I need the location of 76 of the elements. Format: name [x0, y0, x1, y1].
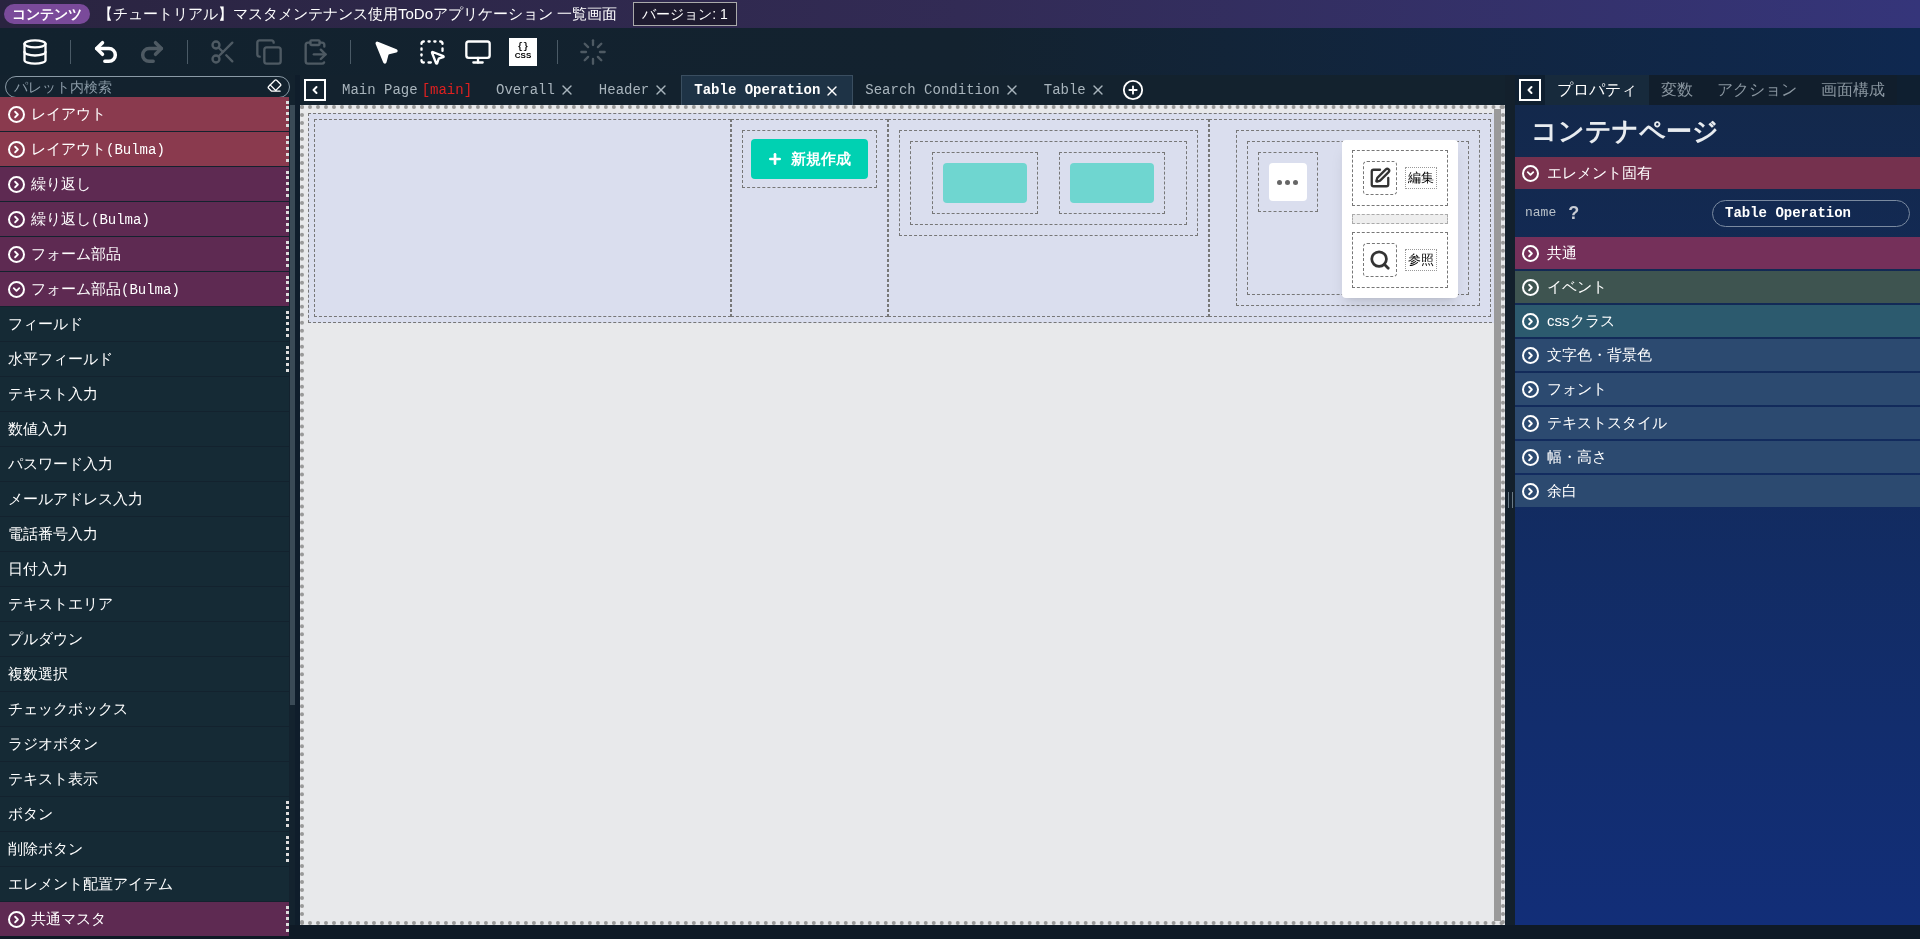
scrollbar[interactable]: [290, 105, 295, 705]
drag-handle[interactable]: [286, 801, 289, 827]
panel-heading: コンテナページ: [1530, 114, 1720, 148]
panel-tab[interactable]: 画面構成: [1809, 75, 1897, 105]
splitter-handle[interactable]: [1507, 492, 1513, 508]
menu-item[interactable]: 参照: [1405, 249, 1437, 271]
editor-tab[interactable]: Table Operation: [681, 75, 854, 105]
search-field[interactable]: パレット内検索: [5, 76, 290, 98]
category-label: 繰り返し: [31, 173, 91, 194]
panel-tab[interactable]: プロパティ: [1545, 75, 1649, 105]
palette-item[interactable]: ボタン: [0, 797, 289, 831]
palette-item[interactable]: 削除ボタン: [0, 832, 289, 866]
plus-icon: [767, 151, 784, 167]
section-header[interactable]: 共通: [1515, 237, 1920, 269]
palette-category[interactable]: レイアウト: [0, 97, 289, 131]
editor-tab[interactable]: Header: [586, 75, 682, 105]
editor-tab[interactable]: Overall: [484, 75, 587, 105]
collapse-panel-icon[interactable]: [304, 79, 326, 101]
section-header[interactable]: テキストスタイル: [1515, 407, 1920, 439]
palette-category[interactable]: フォーム部品(Bulma): [0, 272, 289, 306]
palette-item[interactable]: チェックボックス: [0, 692, 289, 726]
palette-item[interactable]: 複数選択: [0, 657, 289, 691]
editor-tab[interactable]: Main Page [main]: [330, 75, 485, 105]
palette-item[interactable]: メールアドレス入力: [0, 482, 289, 516]
section-header[interactable]: エレメント固有: [1515, 157, 1920, 189]
palette-item[interactable]: 電話番号入力: [0, 517, 289, 551]
category-label: レイアウト(Bulma): [31, 138, 165, 160]
section-header[interactable]: 余白: [1515, 475, 1920, 507]
palette-item[interactable]: 日付入力: [0, 552, 289, 586]
screen-title: 【チュートリアル】マスタメンテナンス使用ToDoアプリケーション 一覧画面: [98, 3, 618, 24]
palette-category[interactable]: 繰り返し: [0, 167, 289, 201]
palette-item[interactable]: テキスト表示: [0, 762, 289, 796]
css-button[interactable]: {} CSS: [509, 37, 537, 66]
palette-category[interactable]: 繰り返し(Bulma): [0, 202, 289, 236]
category-label: フォーム部品(Bulma): [31, 278, 180, 300]
collapse-panel-icon[interactable]: [1519, 79, 1541, 101]
editor-tab[interactable]: Search Condition: [853, 75, 1032, 105]
eraser-icon[interactable]: [267, 78, 282, 93]
section-header[interactable]: イベント: [1515, 271, 1920, 303]
palette-category[interactable]: フォーム部品: [0, 237, 289, 271]
palette-item[interactable]: フィールド: [0, 307, 289, 341]
editor-tab[interactable]: Table: [1031, 75, 1118, 105]
palette-item[interactable]: テキスト入力: [0, 377, 289, 411]
palette-category[interactable]: レイアウト(Bulma): [0, 132, 289, 166]
palette-item[interactable]: ラジオボタン: [0, 727, 289, 761]
drag-handle[interactable]: [286, 836, 289, 862]
panel-tab[interactable]: 変数: [1649, 75, 1705, 105]
add-tab-icon[interactable]: [1121, 79, 1144, 101]
edit-icon: [1369, 167, 1391, 189]
section-header[interactable]: 幅・高さ: [1515, 441, 1920, 473]
scrollbar[interactable]: [1494, 109, 1501, 921]
palette-category[interactable]: 共通マスタ: [0, 902, 289, 936]
palette-item[interactable]: プルダウン: [0, 622, 289, 656]
section-header[interactable]: 文字色・背景色: [1515, 339, 1920, 371]
palette-item[interactable]: エレメント配置アイテム: [0, 867, 289, 901]
palette-item[interactable]: テキストエリア: [0, 587, 289, 621]
more-button[interactable]: [1269, 163, 1307, 201]
category-label: フォーム部品: [31, 243, 121, 264]
palette-item[interactable]: 水平フィールド: [0, 342, 289, 376]
menu-item[interactable]: 編集: [1405, 167, 1437, 189]
search-icon: [1369, 249, 1391, 271]
category-label: レイアウト: [31, 103, 106, 124]
section-header[interactable]: フォント: [1515, 373, 1920, 405]
more-icon: [1277, 179, 1299, 185]
database-icon[interactable]: [20, 36, 50, 67]
category-label: 共通マスタ: [31, 908, 106, 929]
name-field[interactable]: Table Operation: [1712, 199, 1910, 227]
palette-item[interactable]: 数値入力: [0, 412, 289, 446]
section-header[interactable]: cssクラス: [1515, 305, 1920, 337]
mode-badge: コンテンツ: [4, 4, 90, 24]
version-label: バージョン: 1: [633, 2, 737, 26]
field-label: name: [1525, 204, 1557, 223]
panel-tab[interactable]: アクション: [1705, 75, 1809, 105]
category-label: 繰り返し(Bulma): [31, 208, 150, 230]
help-icon[interactable]: ?: [1568, 199, 1580, 227]
palette-item[interactable]: パスワード入力: [0, 447, 289, 481]
